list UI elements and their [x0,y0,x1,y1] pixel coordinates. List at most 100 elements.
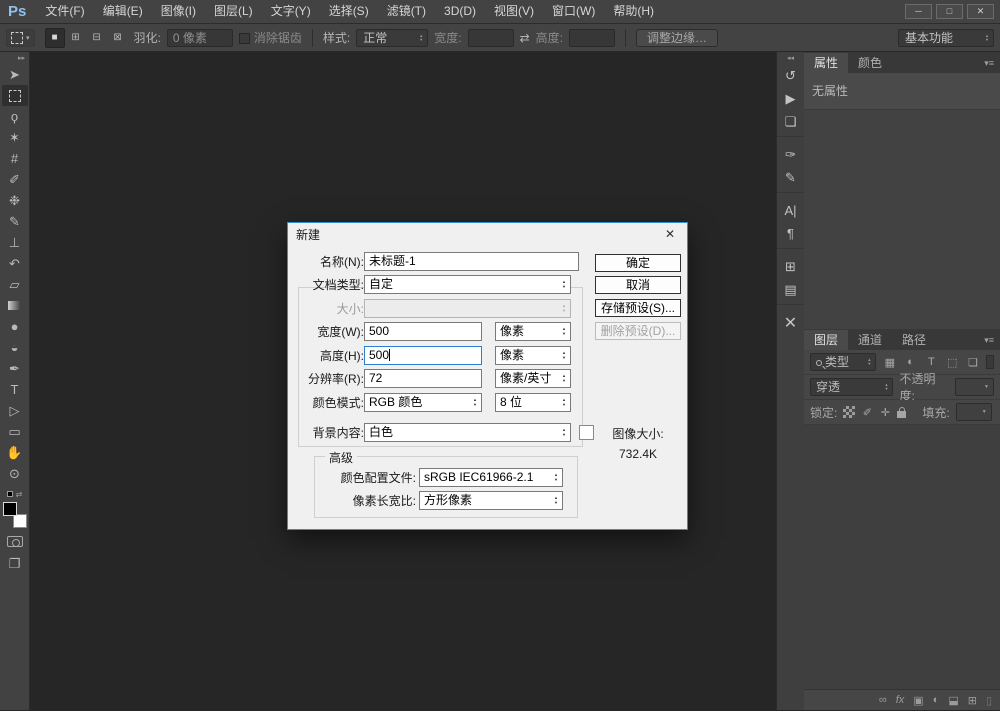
menu-type[interactable]: 文字(Y) [262,0,320,23]
crop-tool[interactable]: # [2,148,28,169]
expand-panels-icon[interactable]: ◂◂ [787,54,794,64]
panel-menu-icon[interactable]: ▾≡ [984,330,1000,350]
filter-pixel-layers-icon[interactable]: ▦ [882,356,897,369]
workspace-switcher[interactable]: 基本功能 [898,29,994,47]
doc-type-select[interactable]: 自定 [364,275,571,294]
menu-select[interactable]: 选择(S) [320,0,378,23]
swap-dimensions-icon[interactable]: ⇄ [520,31,530,45]
maximize-button[interactable]: □ [936,4,963,19]
close-button[interactable]: ✕ [967,4,994,19]
history-brush-tool[interactable]: ↶ [2,253,28,274]
adjustments-panel-icon[interactable]: ❏ [779,110,803,133]
menu-view[interactable]: 视图(V) [485,0,543,23]
measurement-log-panel-icon[interactable]: ✕ [779,311,803,334]
style-select[interactable]: 正常 [356,29,428,47]
paragraph-panel-icon[interactable]: ¶ [779,222,803,245]
dialog-close-icon[interactable]: ✕ [661,227,679,241]
lock-pixels-icon[interactable]: ✐ [861,406,873,419]
height-unit-select[interactable]: 像素 [495,346,571,365]
eyedropper-tool[interactable]: ✐ [2,169,28,190]
menu-help[interactable]: 帮助(H) [604,0,663,23]
refine-edge-button[interactable]: 调整边缘… [636,29,718,47]
save-preset-button[interactable]: 存储预设(S)... [595,299,681,317]
filter-type-select[interactable]: 类型 [810,353,876,371]
filter-adjustment-layers-icon[interactable]: ◐ [903,356,918,368]
width-unit-select[interactable]: 像素 [495,322,571,341]
new-selection-button[interactable]: ■ [45,28,65,48]
menu-edit[interactable]: 编辑(E) [94,0,152,23]
type-tool[interactable]: T [2,379,28,400]
lock-all-icon[interactable] [897,411,906,418]
brush-panel-icon[interactable]: ✑ [779,143,803,166]
delete-preset-button[interactable]: 删除预设(D)... [595,322,681,340]
tab-properties[interactable]: 属性 [804,53,848,73]
feather-input[interactable]: 0 像素 [167,29,233,47]
lock-position-icon[interactable]: ✛ [879,406,891,419]
tab-color[interactable]: 颜色 [848,53,892,73]
new-group-icon[interactable]: ⬓ [948,694,958,707]
spot-healing-brush-tool[interactable]: ❉ [2,190,28,211]
menu-window[interactable]: 窗口(W) [543,0,604,23]
menu-layer[interactable]: 图层(L) [205,0,262,23]
add-to-selection-button[interactable]: ⊞ [66,28,86,48]
collapse-toolbar-icon[interactable]: ▸▸ [18,54,29,64]
quick-selection-tool[interactable]: ✶ [2,127,28,148]
dialog-title-bar[interactable]: 新建 ✕ [288,223,687,245]
lock-transparency-icon[interactable] [843,406,855,418]
panel-menu-icon[interactable]: ▾≡ [984,53,1000,73]
zoom-tool[interactable]: ⊙ [2,463,28,484]
delete-layer-icon[interactable]: ▯ [986,694,992,707]
blur-tool[interactable]: ● [2,316,28,337]
clone-stamp-tool[interactable]: ⊥ [2,232,28,253]
width-input[interactable]: 500 [364,322,482,341]
tab-channels[interactable]: 通道 [848,330,892,350]
link-layers-icon[interactable]: ∞ [879,694,887,706]
pen-tool[interactable]: ✒ [2,358,28,379]
resolution-input[interactable]: 72 [364,369,482,388]
antialias-checkbox[interactable] [239,33,250,44]
hand-tool[interactable]: ✋ [2,442,28,463]
pixel-aspect-select[interactable]: 方形像素 [419,491,563,510]
height-input[interactable] [569,29,615,47]
foreground-color-swatch[interactable] [3,502,17,516]
rectangle-tool[interactable]: ▭ [2,421,28,442]
layer-style-icon[interactable]: fx [896,694,905,706]
new-layer-icon[interactable]: ⊞ [968,694,977,707]
notes-panel-icon[interactable]: ▤ [779,278,803,301]
swap-colors-icon[interactable]: ⇄ [16,490,23,499]
screen-mode-button[interactable]: ❐ [2,553,28,574]
path-selection-tool[interactable]: ▷ [2,400,28,421]
menu-image[interactable]: 图像(I) [152,0,205,23]
bit-depth-select[interactable]: 8 位 [495,393,571,412]
menu-file[interactable]: 文件(F) [36,0,93,23]
blend-mode-select[interactable]: 穿透 [810,378,893,396]
eraser-tool[interactable]: ▱ [2,274,28,295]
rectangular-marquee-tool[interactable] [2,85,28,106]
layer-list[interactable] [804,425,1000,689]
gradient-tool[interactable] [2,295,28,316]
character-panel-icon[interactable]: A| [779,199,803,222]
add-layer-mask-icon[interactable]: ▣ [913,694,923,707]
cancel-button[interactable]: 取消 [595,276,681,294]
filter-shape-layers-icon[interactable]: ⬚ [945,356,960,369]
filter-smart-objects-icon[interactable]: ❏ [966,356,981,369]
minimize-button[interactable]: ─ [905,4,932,19]
layer-comps-panel-icon[interactable]: ⊞ [779,255,803,278]
name-input[interactable]: 未标题-1 [364,252,579,271]
intersect-selection-button[interactable]: ⊠ [108,28,128,48]
brush-tool[interactable]: ✎ [2,211,28,232]
menu-3d[interactable]: 3D(D) [435,0,485,23]
adjustment-layer-icon[interactable]: ◐ [933,694,940,706]
size-select[interactable] [364,299,571,318]
ok-button[interactable]: 确定 [595,254,681,272]
width-input[interactable] [468,29,514,47]
tab-paths[interactable]: 路径 [892,330,936,350]
tool-preset-picker[interactable]: ▾ [6,29,35,47]
lasso-tool[interactable]: ϙ [2,106,28,127]
filter-on-off-toggle[interactable] [986,355,994,369]
default-colors-icon[interactable] [7,491,13,497]
move-tool[interactable]: ➤ [2,64,28,85]
height-input[interactable]: 500 [364,346,482,365]
dodge-tool[interactable]: ◒ [2,337,28,358]
background-color-swatch[interactable] [579,425,594,440]
